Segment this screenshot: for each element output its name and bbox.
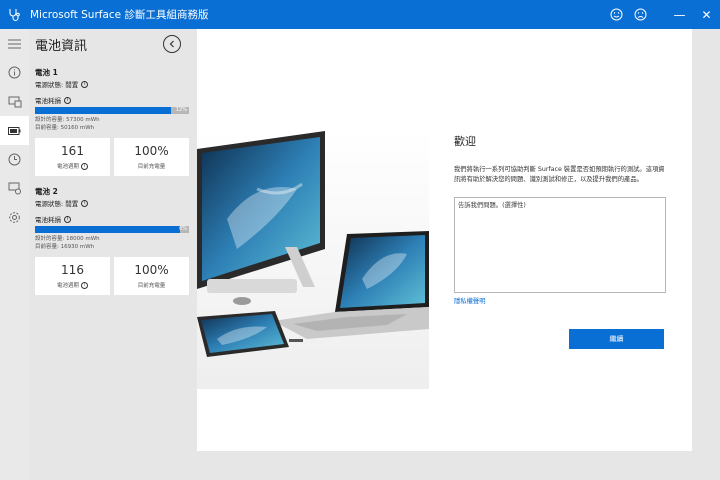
window-background [692,29,720,480]
continue-button[interactable]: 繼續 [569,329,664,349]
info-icon[interactable]: i [64,215,71,223]
charge-label: 目前充電量 [137,283,166,289]
device-settings-icon[interactable] [0,174,29,203]
wear-bar-fill [35,107,171,114]
wear-label: 電池耗損 [35,216,61,224]
privacy-link[interactable]: 隱私權聲明 [454,296,666,305]
back-button[interactable] [163,35,181,53]
nav-rail [0,29,29,480]
chevron-left-icon [169,40,174,48]
welcome-title: 歡迎 [454,135,476,148]
info-icon[interactable]: i [81,80,89,88]
main-content: 歡迎 我們將執行一系列可協助判斷 Surface 裝置是否如預期執行的測試。這項… [197,29,692,451]
info-icon[interactable] [0,58,29,87]
current-capacity: 目前容量: 16930 mWh [35,244,95,250]
power-state: 電源狀態: 閒置 [35,81,79,89]
charge-card: 100% 目前充電量 [114,138,189,176]
cycle-count-card: 116 電池週期 i [35,257,110,295]
feedback-placeholder: 告訴我們問題。(選擇性) [458,202,526,209]
cycle-count-card: 161 電池週期 i [35,138,110,176]
title-bar: Microsoft Surface 診斷工具組商務版 — ✕ [0,0,720,29]
battery-name: 電池 1 [35,68,58,77]
welcome-description: 我們將執行一系列可協助判斷 Surface 裝置是否如預期執行的測試。這項資訊將… [454,166,665,183]
battery-panel: 電池資訊 電池 1 電源狀態: 閒置 i 電池耗損 i 12% 設計的容量: 573… [29,29,197,451]
design-capacity: 設計的容量: 18000 mWh [35,236,100,242]
info-icon[interactable]: i [81,281,88,289]
stethoscope-icon [0,0,28,29]
cycle-label: 電池週期 [56,164,79,170]
info-icon[interactable]: i [81,199,89,207]
close-button[interactable]: ✕ [693,0,720,29]
hamburger-menu-icon[interactable] [0,29,29,58]
feedback-textarea[interactable]: 告訴我們問題。(選擇性) [454,197,666,293]
info-icon[interactable]: i [81,162,88,170]
wear-bar: 12% [35,107,189,114]
battery-name: 電池 2 [35,187,58,196]
clock-icon[interactable] [0,145,29,174]
app-title: Microsoft Surface 診斷工具組商務版 [30,9,209,21]
cycle-count: 116 [61,263,84,277]
charge-label: 目前充電量 [137,164,166,170]
power-state: 電源狀態: 閒置 [35,200,79,208]
display-icon[interactable] [0,87,29,116]
cycle-count: 161 [61,144,84,158]
smile-feedback-icon[interactable] [604,0,628,29]
welcome-section: 歡迎 我們將執行一系列可協助判斷 Surface 裝置是否如預期執行的測試。這項… [454,133,666,305]
panel-title: 電池資訊 [35,38,88,54]
wear-percent: 6% [179,226,187,232]
wear-bar-fill [35,226,180,233]
current-capacity: 目前容量: 50160 mWh [35,125,95,131]
info-icon[interactable]: i [64,96,71,104]
window-background [29,451,692,480]
wear-percent: 12% [175,107,187,113]
charge-card: 100% 目前充電量 [114,257,189,295]
wear-bar: 6% [35,226,189,233]
battery-icon[interactable] [0,116,29,145]
battery-2-section: 電池 2 電源狀態: 閒置 i 電池耗損 i 6% 設計的容量: 18000 mWh… [29,176,197,295]
wear-label: 電池耗損 [35,97,61,105]
charge-percent: 100% [134,263,169,277]
cycle-label: 電池週期 [56,283,79,289]
minimize-button[interactable]: — [666,0,693,29]
surface-devices-image [197,129,429,389]
charge-percent: 100% [134,144,169,158]
frown-feedback-icon[interactable] [628,0,652,29]
design-capacity: 設計的容量: 57300 mWh [35,117,100,123]
battery-1-section: 電池 1 電源狀態: 閒置 i 電池耗損 i 12% 設計的容量: 57300 mW… [29,59,197,176]
gear-icon[interactable] [0,203,29,232]
